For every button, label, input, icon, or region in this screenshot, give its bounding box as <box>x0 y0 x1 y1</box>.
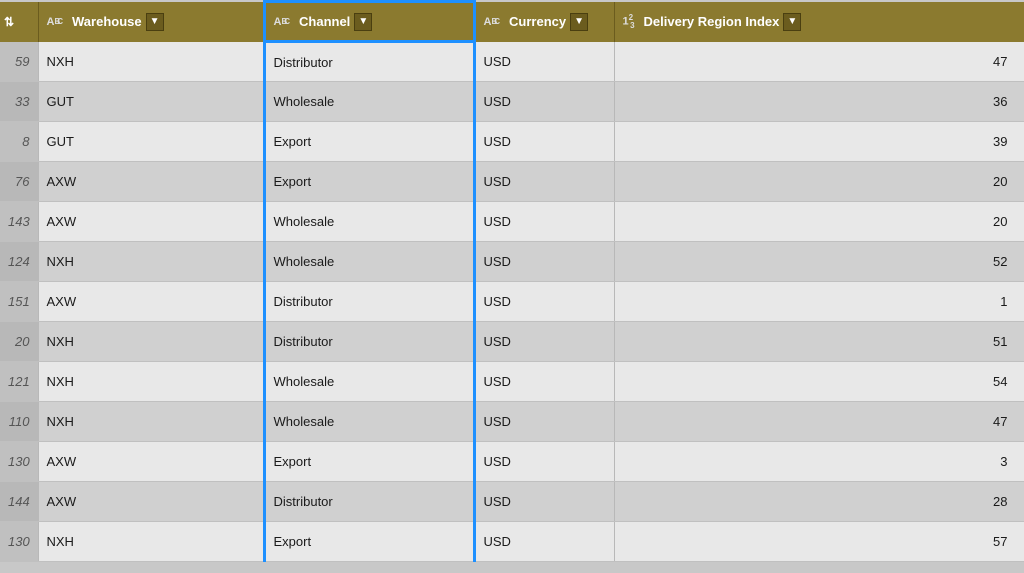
delivery-cell: 47 <box>614 42 1024 82</box>
warehouse-header-label: Warehouse <box>72 14 142 29</box>
table-row: 20 NXH Distributor USD 51 <box>0 322 1024 362</box>
currency-dropdown[interactable]: ▼ <box>570 13 588 31</box>
channel-cell: Export <box>264 162 474 202</box>
delivery-cell: 39 <box>614 122 1024 162</box>
delivery-cell: 28 <box>614 482 1024 522</box>
warehouse-cell: AXW <box>38 162 264 202</box>
channel-column-header: ABC Channel ▼ <box>264 2 474 42</box>
delivery-dropdown[interactable]: ▼ <box>783 13 801 31</box>
currency-cell: USD <box>474 522 614 562</box>
warehouse-cell: NXH <box>38 362 264 402</box>
currency-type-icon: ABC <box>484 16 504 28</box>
channel-cell: Distributor <box>264 482 474 522</box>
currency-cell: USD <box>474 82 614 122</box>
sort-icon[interactable]: ⇅ <box>4 15 14 29</box>
delivery-column-header: 123 Delivery Region Index ▼ <box>614 2 1024 42</box>
table-row: 143 AXW Wholesale USD 20 <box>0 202 1024 242</box>
delivery-header-label: Delivery Region Index <box>644 14 780 29</box>
delivery-cell: 20 <box>614 202 1024 242</box>
channel-dropdown[interactable]: ▼ <box>354 13 372 31</box>
table-row: 76 AXW Export USD 20 <box>0 162 1024 202</box>
warehouse-cell: NXH <box>38 242 264 282</box>
warehouse-type-icon: ABC <box>47 16 67 28</box>
row-index: 130 <box>0 522 38 562</box>
warehouse-cell: NXH <box>38 522 264 562</box>
currency-cell: USD <box>474 362 614 402</box>
warehouse-cell: AXW <box>38 482 264 522</box>
currency-cell: USD <box>474 202 614 242</box>
channel-cell: Distributor <box>264 42 474 82</box>
row-index: 110 <box>0 402 38 442</box>
currency-header-label: Currency <box>509 14 566 29</box>
currency-cell: USD <box>474 242 614 282</box>
currency-cell: USD <box>474 282 614 322</box>
channel-cell: Export <box>264 122 474 162</box>
channel-header-label: Channel <box>299 14 350 29</box>
warehouse-cell: NXH <box>38 402 264 442</box>
warehouse-dropdown[interactable]: ▼ <box>146 13 164 31</box>
delivery-cell: 20 <box>614 162 1024 202</box>
row-index: 121 <box>0 362 38 402</box>
table-row: 33 GUT Wholesale USD 36 <box>0 82 1024 122</box>
row-index: 130 <box>0 442 38 482</box>
table-row: 8 GUT Export USD 39 <box>0 122 1024 162</box>
channel-cell: Wholesale <box>264 202 474 242</box>
warehouse-cell: GUT <box>38 82 264 122</box>
currency-cell: USD <box>474 442 614 482</box>
delivery-cell: 51 <box>614 322 1024 362</box>
warehouse-cell: AXW <box>38 202 264 242</box>
row-index: 124 <box>0 242 38 282</box>
delivery-type-icon: 123 <box>623 13 638 30</box>
row-index: 143 <box>0 202 38 242</box>
table-row: 121 NXH Wholesale USD 54 <box>0 362 1024 402</box>
channel-cell: Distributor <box>264 322 474 362</box>
channel-cell: Export <box>264 442 474 482</box>
warehouse-cell: AXW <box>38 442 264 482</box>
row-index: 8 <box>0 122 38 162</box>
row-index: 59 <box>0 42 38 82</box>
channel-cell: Export <box>264 522 474 562</box>
currency-column-header: ABC Currency ▼ <box>474 2 614 42</box>
currency-cell: USD <box>474 42 614 82</box>
channel-cell: Wholesale <box>264 82 474 122</box>
delivery-cell: 3 <box>614 442 1024 482</box>
row-index: 151 <box>0 282 38 322</box>
channel-cell: Wholesale <box>264 242 474 282</box>
warehouse-column-header: ABC Warehouse ▼ <box>38 2 264 42</box>
data-table: ⇅ ABC Warehouse ▼ ABC Channel ▼ <box>0 0 1024 573</box>
table-row: 110 NXH Wholesale USD 47 <box>0 402 1024 442</box>
currency-cell: USD <box>474 162 614 202</box>
channel-cell: Wholesale <box>264 362 474 402</box>
index-column-header: ⇅ <box>0 2 38 42</box>
currency-cell: USD <box>474 482 614 522</box>
row-index: 33 <box>0 82 38 122</box>
currency-cell: USD <box>474 322 614 362</box>
warehouse-cell: GUT <box>38 122 264 162</box>
table-row: 144 AXW Distributor USD 28 <box>0 482 1024 522</box>
delivery-cell: 52 <box>614 242 1024 282</box>
channel-cell: Distributor <box>264 282 474 322</box>
delivery-cell: 54 <box>614 362 1024 402</box>
delivery-cell: 57 <box>614 522 1024 562</box>
currency-cell: USD <box>474 122 614 162</box>
table-row: 151 AXW Distributor USD 1 <box>0 282 1024 322</box>
table-row: 130 NXH Export USD 57 <box>0 522 1024 562</box>
warehouse-cell: NXH <box>38 322 264 362</box>
row-index: 20 <box>0 322 38 362</box>
delivery-cell: 36 <box>614 82 1024 122</box>
warehouse-cell: NXH <box>38 42 264 82</box>
row-index: 76 <box>0 162 38 202</box>
channel-type-icon: ABC <box>274 16 294 28</box>
channel-cell: Wholesale <box>264 402 474 442</box>
currency-cell: USD <box>474 402 614 442</box>
delivery-cell: 47 <box>614 402 1024 442</box>
warehouse-cell: AXW <box>38 282 264 322</box>
table-row: 130 AXW Export USD 3 <box>0 442 1024 482</box>
row-index: 144 <box>0 482 38 522</box>
table-row: 59 NXH Distributor USD 47 <box>0 42 1024 82</box>
delivery-cell: 1 <box>614 282 1024 322</box>
table-row: 124 NXH Wholesale USD 52 <box>0 242 1024 282</box>
